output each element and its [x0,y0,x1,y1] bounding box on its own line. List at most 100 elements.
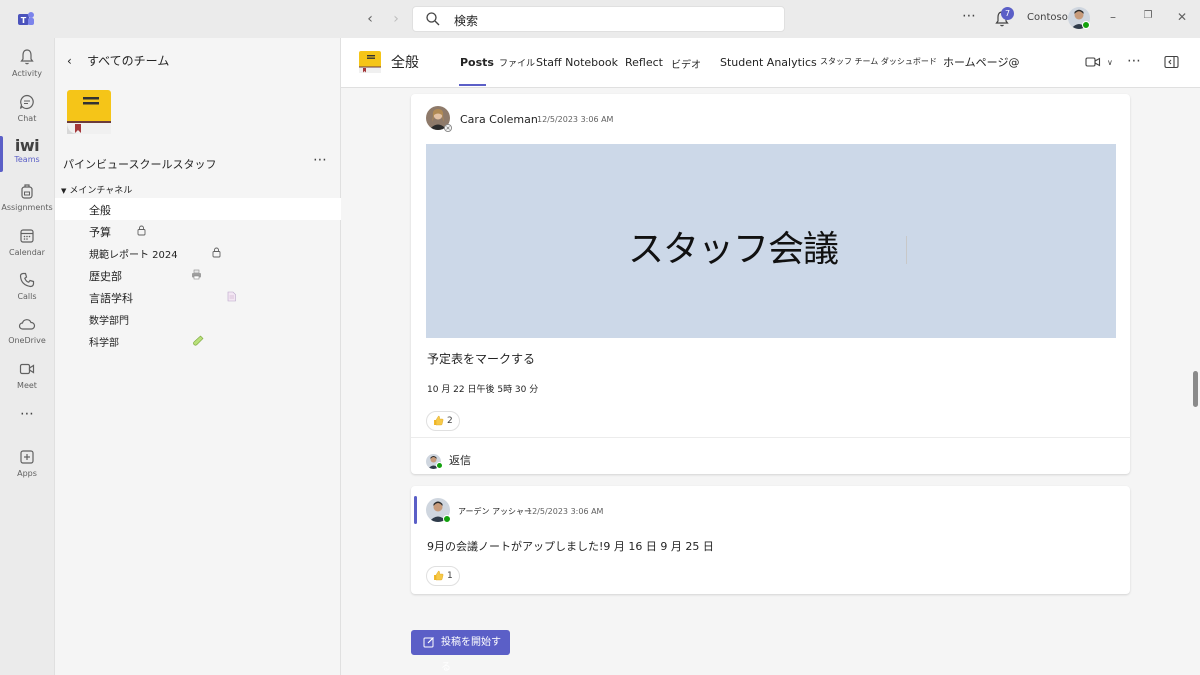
rail-chat[interactable]: Chat [0,89,54,133]
rail-onedrive-label: OneDrive [8,336,46,345]
svg-text:T: T [21,16,27,25]
tab-files[interactable]: ファイル [499,56,535,69]
reply-label: 返信 [449,454,471,467]
banner-title: スタッフ会議 [627,229,839,270]
post-subject: 予定表をマークする [427,352,536,366]
unread-accent-bar [414,496,417,524]
post-body: 9月の会議ノートがアップしました!9 月 16 日 9 月 25 日 [427,540,714,553]
rail-more[interactable]: ⋯ [0,404,54,448]
close-icon[interactable]: ✕ [1174,10,1190,24]
main-channels-label: メインチャネル [69,186,133,196]
reaction-count: 1 [447,571,453,581]
tab-staff-dashboard[interactable]: スタッフ チーム ダッシュボード [820,56,937,67]
compose-icon [423,637,434,648]
rail-assignments-label: Assignments [1,203,53,212]
back-arrow-icon[interactable]: ‹ [360,9,380,29]
main-channels-section[interactable]: ▼ メインチャネル [61,183,132,196]
all-teams-link[interactable]: ‹ すべてのチーム [67,52,169,69]
rail-calls[interactable]: Calls [0,267,54,311]
channel-label: 全般 [89,204,111,217]
channel-linguistics[interactable]: 言語学科 [55,286,341,308]
channel-header: 全般 Posts ファイル Staff Notebook Reflect ビデオ… [341,38,1200,88]
reply-button[interactable]: 返信 [426,452,471,469]
post-banner-image: スタッフ会議 [426,144,1116,338]
channel-budget[interactable]: 予算 [55,220,341,242]
post-author[interactable]: Cara Coleman [460,113,538,126]
rail-teams[interactable]: iwi Teams [0,134,54,178]
channel-main: 全般 Posts ファイル Staff Notebook Reflect ビデオ… [341,38,1200,675]
org-name[interactable]: Contoso [1027,12,1068,23]
channel-general[interactable]: 全般 [55,198,341,220]
channel-label: 言語学科 [89,292,133,305]
rail-calendar-label: Calendar [9,248,45,257]
video-icon [19,363,35,375]
thumbs-up-icon [434,570,444,581]
meet-video-icon[interactable] [1085,56,1101,68]
reaction-like-button[interactable]: 1 [426,566,460,586]
thumbs-up-icon [434,415,444,426]
tab-reflect[interactable]: Reflect [625,56,663,69]
rail-meet-label: Meet [17,381,37,390]
more-icon: ⋯ [20,406,34,422]
tab-posts[interactable]: Posts [460,56,494,69]
more-options-icon[interactable]: ⋯ [962,8,976,24]
team-more-options-icon[interactable]: ⋯ [313,152,327,168]
text-cursor [906,236,907,264]
rail-teams-label: Teams [14,155,40,164]
rail-calendar[interactable]: Calendar [0,223,54,267]
rail-activity-label: Activity [12,69,42,78]
rail-chat-label: Chat [17,114,37,123]
chevron-down-icon[interactable]: ∨ [1107,58,1113,67]
rail-activity[interactable]: Activity [0,44,54,88]
channel-math[interactable]: 数学部門 [55,308,341,330]
post-date-text: 10 月 22 日午後 5時 30 分 [427,385,539,395]
chevron-left-icon: ‹ [67,54,72,68]
rail-apps[interactable]: Apps [0,444,54,488]
backpack-icon [21,184,33,199]
presence-available-icon [443,515,451,523]
more-options-icon[interactable]: ⋯ [1127,53,1141,69]
scrollbar-thumb[interactable] [1193,371,1198,407]
post-author[interactable]: アーデン アッシャー [458,506,532,517]
team-name[interactable]: パインビュースクールスタッフ [63,156,216,172]
teams-left-pane: ‹ すべてのチーム パインビュースクールスタッフ ⋯ ▼ メインチャネル 全般 予算… [54,38,341,675]
search-input[interactable]: 検索 [412,6,785,32]
notification-badge: 7 [1001,7,1014,20]
collapse-pane-icon[interactable] [1164,55,1179,69]
search-icon [426,12,440,26]
presence-available-icon [436,462,443,469]
search-placeholder: 検索 [454,14,479,28]
tab-student-analytics[interactable]: Student Analytics [720,56,817,69]
lock-icon [212,247,221,258]
channel-label: 予算 [89,226,111,239]
channel-history[interactable]: 歴史部 [55,264,341,286]
post-card: Cara Coleman 12/5/2023 3:06 AM スタッフ会議 予定… [411,94,1131,474]
reaction-count: 2 [447,416,453,426]
caret-down-icon: ▼ [61,187,67,195]
reaction-like-button[interactable]: 2 [426,411,460,431]
channel-title: 全般 [391,55,419,71]
team-notebook-icon[interactable] [65,88,113,136]
all-teams-label: すべてのチーム [87,54,170,68]
rail-onedrive[interactable]: OneDrive [0,311,54,355]
channel-science[interactable]: 科学部 [55,330,341,352]
start-post-label: 投稿を開始する [441,637,501,673]
start-post-button[interactable]: 投稿を開始する [411,630,510,673]
channel-label: 数学部門 [89,316,129,327]
printer-icon [192,269,201,280]
restore-icon[interactable]: ❐ [1140,10,1156,21]
post-card: アーデン アッシャー 12/5/2023 3:06 AM 9月の会議ノートがアッ… [411,486,1130,594]
tab-homepage[interactable]: ホームページ@ [943,54,1019,70]
rail-meet[interactable]: Meet [0,356,54,400]
rail-apps-label: Apps [17,469,37,478]
tab-video[interactable]: ビデオ [671,56,701,71]
teams-icon: iwi [14,136,40,155]
rail-assignments[interactable]: Assignments [0,178,54,222]
document-icon [227,291,236,302]
tab-staff-notebook[interactable]: Staff Notebook [536,56,618,69]
forward-arrow-icon[interactable]: › [386,9,406,29]
channel-report-2024[interactable]: 規範レポート 2024 [55,242,341,264]
presence-available-icon [1082,21,1090,29]
team-notebook-icon [359,51,381,73]
minimize-icon[interactable]: – [1105,10,1121,24]
